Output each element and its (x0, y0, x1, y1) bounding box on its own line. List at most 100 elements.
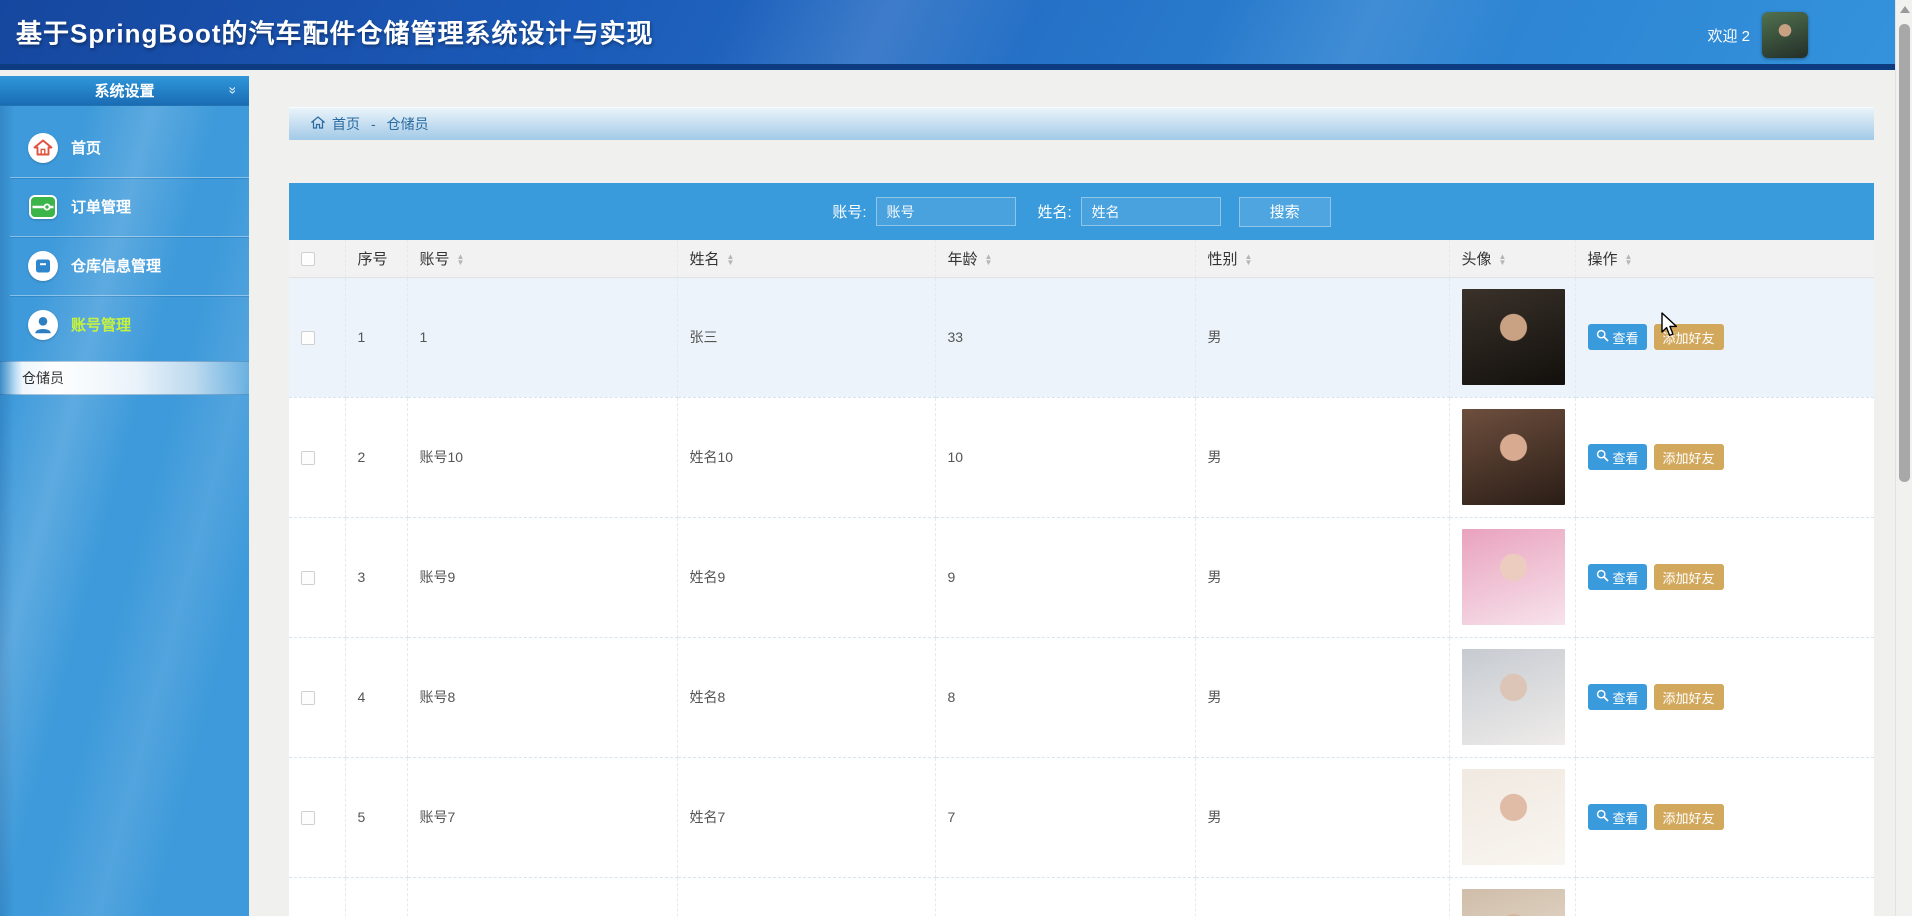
sidebar-item-accounts[interactable]: 账号管理 (0, 295, 249, 354)
cell-index: 2 (345, 397, 407, 517)
sort-icon[interactable]: ▲▼ (1499, 254, 1507, 266)
table-row: 5账号7姓名77男查看添加好友 (289, 757, 1874, 877)
sort-icon[interactable]: ▲▼ (1625, 254, 1633, 266)
order-icon (28, 192, 58, 222)
cell-index (345, 877, 407, 916)
add-friend-button[interactable]: 添加好友 (1654, 444, 1724, 470)
sort-icon[interactable]: ▲▼ (985, 254, 993, 266)
staff-table: 序号账号▲▼姓名▲▼年龄▲▼性别▲▼头像▲▼操作▲▼ 11张三33男查看添加好友… (289, 240, 1874, 916)
add-friend-button[interactable]: 添加好友 (1654, 564, 1724, 590)
cell-gender (1195, 877, 1449, 916)
collapse-chevron-icon[interactable]: « (223, 86, 239, 94)
name-input[interactable] (1081, 197, 1221, 226)
view-button[interactable]: 查看 (1588, 804, 1647, 830)
sidebar: 系统设置 « 首页订单管理仓库信息管理账号管理 仓储员 (0, 76, 249, 916)
column-header: 操作▲▼ (1575, 240, 1874, 277)
cell-account: 账号10 (407, 397, 677, 517)
table-row: 4账号8姓名88男 查看添加好友 (289, 637, 1874, 757)
cell-index: 5 (345, 757, 407, 877)
breadcrumb: 首页 - 仓储员 (289, 107, 1874, 140)
sidebar-item-orders[interactable]: 订单管理 (0, 177, 249, 236)
breadcrumb-home[interactable]: 首页 (332, 114, 360, 134)
cell-actions: 查看添加好友 (1575, 277, 1874, 397)
cell-age: 8 (935, 637, 1195, 757)
sort-icon[interactable]: ▲▼ (727, 254, 735, 266)
sidebar-menu: 首页订单管理仓库信息管理账号管理 (0, 106, 249, 354)
account-input[interactable] (876, 197, 1016, 226)
sidebar-subitem-warehouse-staff[interactable]: 仓储员 (0, 361, 249, 395)
view-button[interactable]: 查看 (1588, 324, 1647, 350)
table-header-row: 序号账号▲▼姓名▲▼年龄▲▼性别▲▼头像▲▼操作▲▼ (289, 240, 1874, 277)
row-checkbox[interactable] (301, 811, 315, 825)
cell-index: 1 (345, 277, 407, 397)
sidebar-item-warehouse-info[interactable]: 仓库信息管理 (0, 236, 249, 295)
sidebar-section-title: 系统设置 (94, 80, 154, 101)
cell-index: 3 (345, 517, 407, 637)
cell-index: 4 (345, 637, 407, 757)
column-header: 序号 (345, 240, 407, 277)
table-row: 11张三33男查看添加好友 (289, 277, 1874, 397)
search-button[interactable]: 搜索 (1239, 197, 1331, 227)
cell-account: 账号8 (407, 637, 677, 757)
select-all-checkbox[interactable] (301, 252, 315, 266)
scrollbar-thumb[interactable] (1899, 24, 1910, 482)
avatar-photo (1462, 289, 1565, 385)
row-checkbox[interactable] (301, 331, 315, 345)
scrollbar[interactable] (1895, 0, 1912, 916)
view-button[interactable]: 查看 (1588, 564, 1647, 590)
search-icon (1596, 689, 1609, 705)
cell-gender: 男 (1195, 277, 1449, 397)
view-button[interactable]: 查看 (1588, 684, 1647, 710)
cell-account: 1 (407, 277, 677, 397)
avatar-photo (1462, 769, 1565, 865)
cell-age (935, 877, 1195, 916)
user-avatar[interactable] (1762, 12, 1808, 58)
add-friend-button[interactable]: 添加好友 (1654, 804, 1724, 830)
row-checkbox[interactable] (301, 571, 315, 585)
cell-account: 账号7 (407, 757, 677, 877)
row-checkbox[interactable] (301, 451, 315, 465)
view-button[interactable]: 查看 (1588, 444, 1647, 470)
add-friend-button[interactable]: 添加好友 (1654, 324, 1724, 350)
cell-account: 账号9 (407, 517, 677, 637)
cell-name: 姓名10 (677, 397, 935, 517)
data-panel: 账号: 姓名: 搜索 序号账号▲▼姓名▲▼年龄▲▼性别▲▼头像▲▼操作▲▼ 11… (289, 183, 1874, 916)
scroll-up-arrow-icon[interactable] (1900, 6, 1910, 13)
search-toolbar: 账号: 姓名: 搜索 (289, 183, 1874, 240)
sidebar-section-header[interactable]: 系统设置 « (0, 76, 249, 106)
column-header: 姓名▲▼ (677, 240, 935, 277)
search-icon (1596, 809, 1609, 825)
cell-name: 姓名8 (677, 637, 935, 757)
column-header: 账号▲▼ (407, 240, 677, 277)
sort-icon[interactable]: ▲▼ (457, 254, 465, 266)
cell-gender: 男 (1195, 757, 1449, 877)
breadcrumb-separator: - (371, 116, 376, 132)
sidebar-item-label: 仓库信息管理 (71, 255, 161, 276)
cell-actions: 查看添加好友 (1575, 757, 1874, 877)
user-box: 欢迎 2 (1707, 0, 1808, 70)
table-row: 查看添加好友 (289, 877, 1874, 916)
add-friend-button[interactable]: 添加好友 (1654, 684, 1724, 710)
sidebar-item-label: 订单管理 (71, 196, 131, 217)
avatar-photo (1462, 409, 1565, 505)
sort-icon[interactable]: ▲▼ (1245, 254, 1253, 266)
home-icon (28, 133, 58, 163)
search-icon (1596, 449, 1609, 465)
name-label: 姓名: (1038, 201, 1072, 222)
account-label: 账号: (832, 201, 866, 222)
page-title: 基于SpringBoot的汽车配件仓储管理系统设计与实现 (16, 14, 654, 51)
cell-actions: 查看添加好友 (1575, 637, 1874, 757)
cell-actions: 查看添加好友 (1575, 517, 1874, 637)
avatar-photo (1462, 889, 1565, 916)
table-row: 3账号9姓名99男查看添加好友 (289, 517, 1874, 637)
cell-gender: 男 (1195, 637, 1449, 757)
cell-name (677, 877, 935, 916)
row-checkbox[interactable] (301, 691, 315, 705)
select-all-cell (289, 240, 345, 277)
welcome-text: 欢迎 2 (1707, 25, 1750, 46)
sidebar-item-home[interactable]: 首页 (0, 118, 249, 177)
cell-name: 姓名7 (677, 757, 935, 877)
cell-actions: 查看添加好友 (1575, 397, 1874, 517)
cell-actions: 查看添加好友 (1575, 877, 1874, 916)
app-header: 基于SpringBoot的汽车配件仓储管理系统设计与实现 欢迎 2 (0, 0, 1912, 70)
